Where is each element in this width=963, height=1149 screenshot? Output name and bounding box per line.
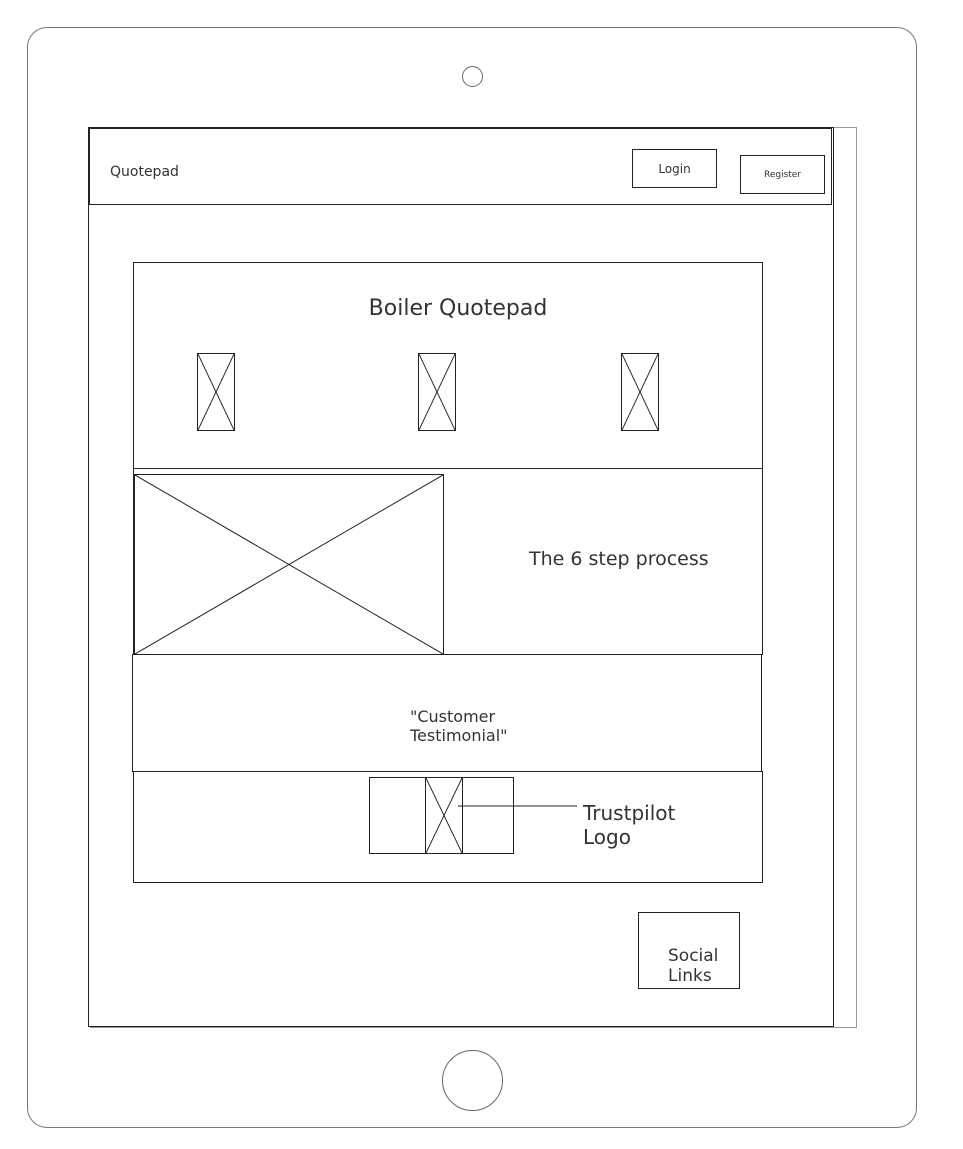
- brand-logo[interactable]: Quotepad: [110, 164, 179, 180]
- social-links-label: Social Links: [668, 946, 718, 986]
- trustpilot-label-line-2: Logo: [583, 825, 631, 849]
- testimonial-quote: "Customer Testimonial": [410, 707, 560, 745]
- hero-image-placeholder-3: [621, 353, 659, 431]
- hero-title: Boiler Quotepad: [368, 296, 548, 321]
- social-links-line-1: Social: [668, 946, 719, 966]
- trustpilot-label: Trustpilot Logo: [583, 801, 703, 849]
- trustpilot-logo-placeholder: [425, 777, 463, 854]
- trustpilot-callout-line: [458, 805, 577, 807]
- hero-image-placeholder-2: [418, 353, 456, 431]
- login-button[interactable]: Login: [632, 149, 717, 188]
- register-button[interactable]: Register: [740, 155, 825, 194]
- camera-icon: [462, 66, 483, 87]
- trustpilot-label-line-1: Trustpilot: [583, 801, 676, 825]
- process-heading: The 6 step process: [529, 548, 709, 570]
- hero-image-placeholder-1: [197, 353, 235, 431]
- home-button[interactable]: [442, 1050, 503, 1111]
- testimonial-line-1: "Customer: [410, 707, 496, 726]
- header-bar: [89, 128, 832, 205]
- social-links-line-2: Links: [668, 966, 712, 986]
- social-links-box[interactable]: Social Links: [638, 912, 740, 989]
- testimonial-line-2: Testimonial": [410, 726, 508, 745]
- process-image-placeholder: [134, 474, 444, 655]
